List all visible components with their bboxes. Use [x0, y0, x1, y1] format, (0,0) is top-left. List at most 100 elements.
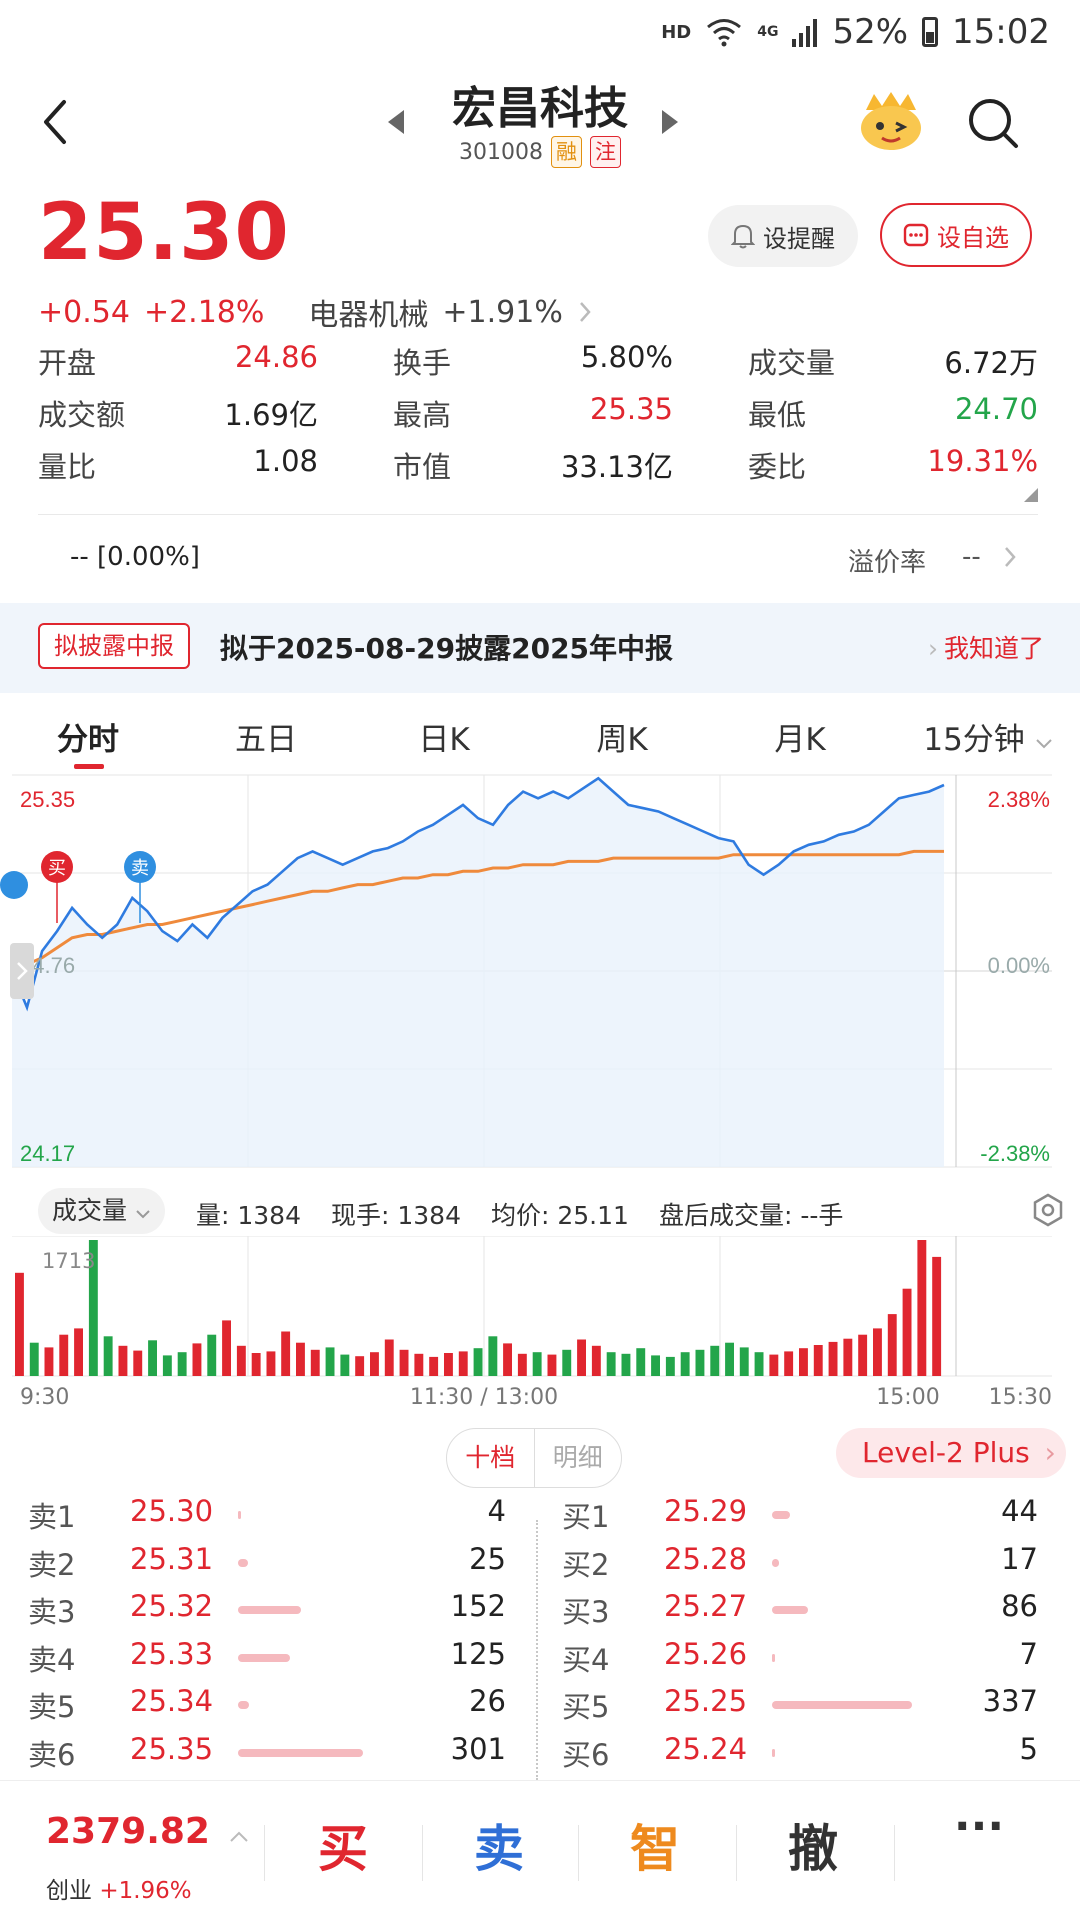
volume-bar: [44, 1347, 54, 1376]
stat-value: 24.86: [234, 340, 318, 374]
battery-percent: 52%: [832, 12, 909, 52]
orderbook-row[interactable]: 卖3 25.32 152: [28, 1589, 506, 1637]
status-bar: HD 4G 52% 15:02: [0, 0, 1080, 70]
separator: [422, 1825, 423, 1881]
volume-bar: [355, 1356, 365, 1376]
orderbook-level-label: 卖1: [28, 1500, 76, 1534]
x-axis-start-label: 9:30: [20, 1385, 69, 1410]
mascot-icon[interactable]: [858, 90, 924, 152]
cancel-order-button[interactable]: 撤: [738, 1809, 888, 1881]
indicator-selector[interactable]: 成交量: [38, 1188, 165, 1234]
settings-icon[interactable]: [1030, 1192, 1066, 1228]
orderbook-level-label: 卖6: [28, 1737, 76, 1772]
expand-corner-icon[interactable]: [1024, 488, 1038, 502]
tab-weekly-k[interactable]: 周K: [552, 714, 692, 759]
orderbook-row[interactable]: 卖2 25.31 25: [28, 1542, 506, 1590]
volume-bar: [29, 1342, 39, 1376]
separator: [578, 1825, 579, 1881]
stat-value: 33.13亿: [560, 450, 673, 484]
volume-bar: [59, 1334, 69, 1376]
volume-info-bar: 成交量 量: 1384 现手: 1384 均价: 25.11 盘后成交量: --…: [0, 1182, 1080, 1238]
tab-15min[interactable]: 15分钟: [908, 714, 1068, 759]
volume-bar: [296, 1342, 305, 1376]
volume-bar: [725, 1342, 734, 1376]
add-watchlist-button[interactable]: 设自选: [880, 203, 1032, 267]
sell-marker[interactable]: [0, 871, 28, 899]
volume-bar: [503, 1343, 512, 1376]
tab-daily-k[interactable]: 日K: [374, 714, 514, 759]
search-icon[interactable]: [966, 96, 1020, 150]
index-value[interactable]: 2379.82: [46, 1811, 249, 1852]
tab-five-day[interactable]: 五日: [196, 714, 336, 759]
volume-bar: [281, 1331, 291, 1376]
orderbook-row[interactable]: 卖6 25.35 301: [28, 1732, 506, 1780]
level2-plus-label: Level-2 Plus: [862, 1436, 1030, 1469]
volume-bar: [813, 1345, 823, 1376]
volume-bar: [591, 1345, 601, 1376]
volume-bar: [532, 1352, 542, 1376]
stat-label: 最低: [748, 398, 807, 432]
network-label: 4G: [757, 24, 779, 40]
tab-monthly-k[interactable]: 月K: [730, 714, 870, 759]
chevron-right-icon[interactable]: [1002, 544, 1018, 570]
index-change: +1.96%: [99, 1878, 192, 1904]
orderbook-row[interactable]: 买1 25.29 44: [562, 1494, 1038, 1542]
set-alert-button[interactable]: 设提醒: [708, 205, 858, 267]
notice-dismiss-button[interactable]: › 我知道了: [928, 629, 1044, 665]
sell-button[interactable]: 卖: [424, 1809, 574, 1881]
volume-bar: [917, 1240, 927, 1376]
intraday-chart[interactable]: 25.35 24.76 24.17 2.38% 0.00% -2.38% 买 卖: [0, 773, 1080, 1183]
orderbook-level-label: 卖2: [28, 1547, 76, 1582]
orderbook-volume-bar: [772, 1511, 791, 1519]
stat-label: 量比: [38, 450, 97, 484]
volume-bar: [192, 1343, 202, 1376]
volume-bar: [488, 1336, 498, 1376]
x-axis-end-label: 15:30: [989, 1385, 1052, 1410]
volume-bar: [370, 1352, 379, 1376]
orderbook-volume-bar: [238, 1511, 241, 1519]
add-watchlist-label: 设自选: [937, 223, 1009, 252]
chevron-right-icon: ›: [927, 634, 938, 663]
level2-plus-button[interactable]: Level-2 Plus ›: [836, 1428, 1066, 1478]
orderbook-divider: [536, 1520, 538, 1780]
volume-bar: [444, 1353, 453, 1376]
tab-ten-levels[interactable]: 十档: [447, 1429, 535, 1487]
chevron-right-icon[interactable]: [577, 299, 593, 325]
orderbook-row[interactable]: 买2 25.28 17: [562, 1542, 1038, 1590]
volume-bar: [621, 1353, 631, 1376]
premium-label: 溢价率: [848, 548, 927, 578]
buy-button[interactable]: 买: [268, 1809, 418, 1881]
volume-bar: [873, 1328, 882, 1376]
smart-button[interactable]: 智: [580, 1809, 730, 1881]
tab-intraday[interactable]: 分时: [18, 714, 158, 759]
volume-bar: [236, 1345, 246, 1376]
volume-bar: [310, 1349, 320, 1376]
volume-chart[interactable]: 1713 9:30 11:30 / 13:00 15:00 15:30: [0, 1236, 1080, 1412]
orderbook-volume-bar: [238, 1653, 290, 1662]
volume-bar: [517, 1353, 527, 1376]
orderbook-row[interactable]: 卖5 25.34 26: [28, 1684, 506, 1732]
orderbook-row[interactable]: 卖4 25.33 125: [28, 1637, 506, 1685]
volume-bar: [103, 1336, 113, 1376]
orderbook-volume: 7: [1019, 1636, 1038, 1671]
separator: [736, 1825, 737, 1881]
stock-code: 301008: [459, 139, 543, 165]
chart-drawer-handle[interactable]: [10, 943, 34, 999]
x-axis-1500-label: 15:00: [876, 1385, 939, 1410]
chevron-up-icon: [229, 1831, 248, 1842]
orderbook-toggle: 十档 明细: [446, 1428, 622, 1488]
orderbook-row[interactable]: 卖1 25.30 4: [28, 1494, 506, 1542]
x-axis-mid-label: 11:30 / 13:00: [410, 1385, 558, 1410]
tab-detail[interactable]: 明细: [535, 1429, 622, 1487]
more-button[interactable]: ···: [904, 1801, 1054, 1852]
orderbook-row[interactable]: 买6 25.24 5: [562, 1732, 1038, 1780]
chevron-down-icon: [136, 1210, 150, 1219]
sector-name[interactable]: 电器机械: [308, 290, 428, 334]
orderbook-row[interactable]: 买5 25.25 337: [562, 1684, 1038, 1732]
stat-value: 1.08: [253, 444, 318, 478]
orderbook-row[interactable]: 买3 25.27 86: [562, 1589, 1038, 1637]
volume-bars: [15, 1240, 942, 1376]
orderbook-row[interactable]: 买4 25.26 7: [562, 1637, 1038, 1685]
orderbook-volume: 44: [1001, 1494, 1038, 1528]
volume-bar: [251, 1353, 261, 1376]
